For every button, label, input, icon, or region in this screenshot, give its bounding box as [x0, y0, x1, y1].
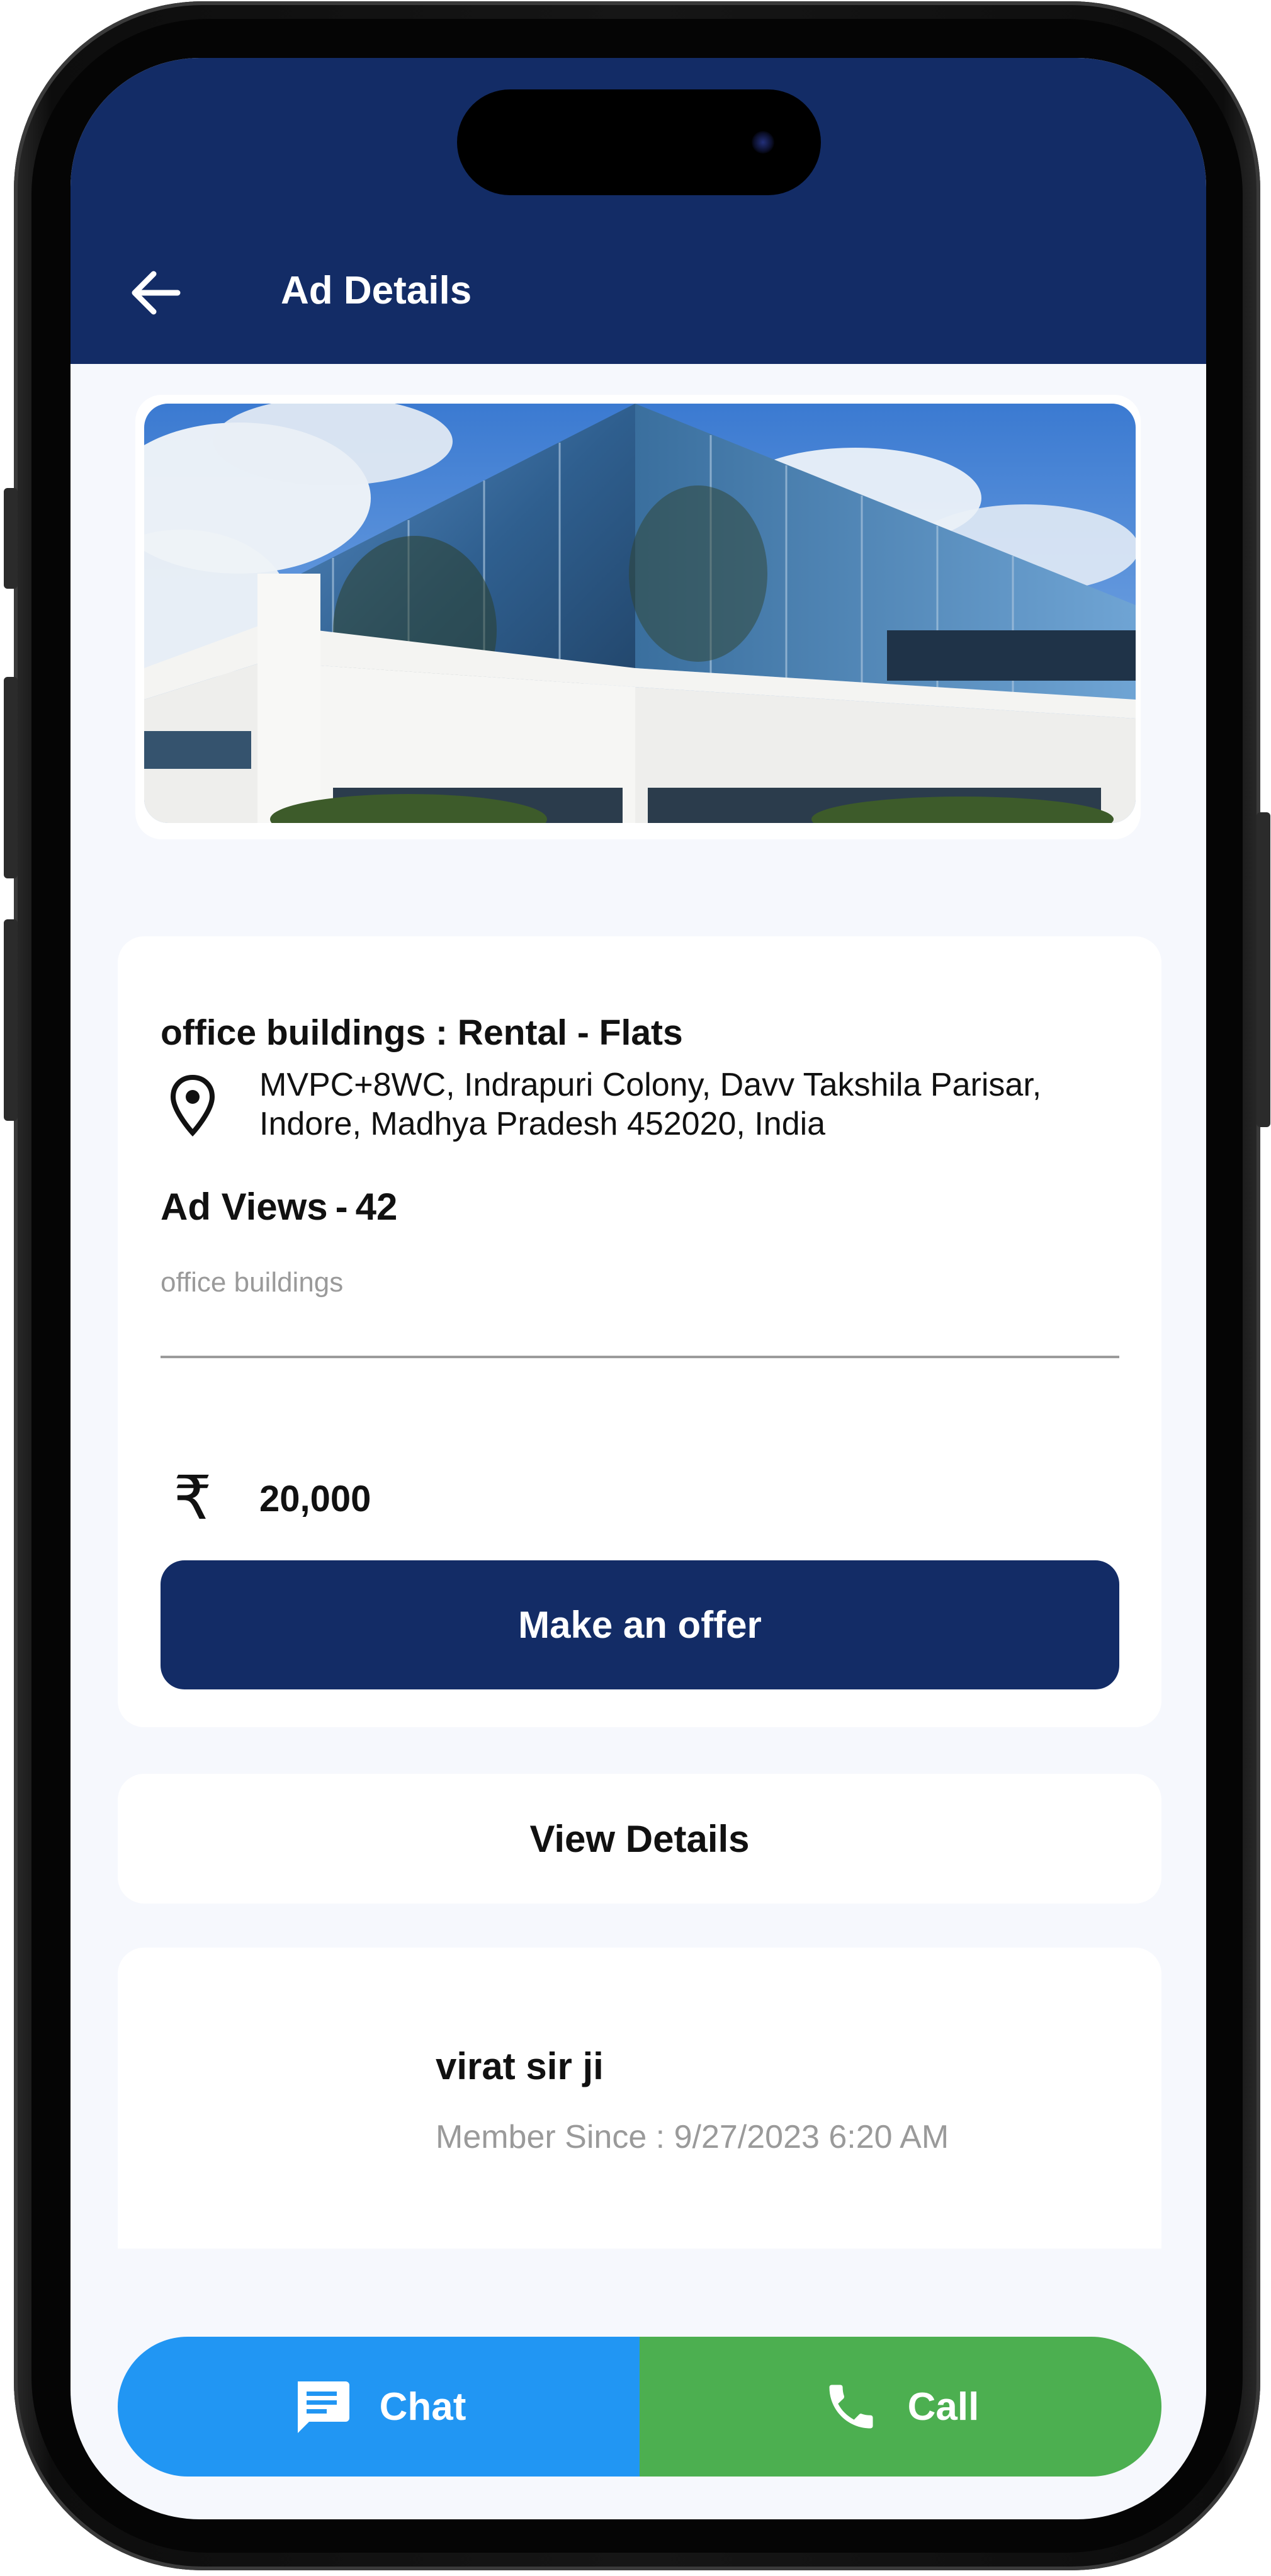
app-bar: Ad Details: [71, 58, 1206, 364]
listing-category: office buildings: [161, 1267, 344, 1298]
member-since: Member Since : 9/27/2023 6:20 AM: [436, 2119, 949, 2155]
listing-photo[interactable]: ​: [144, 404, 1136, 823]
seller-card: [118, 1948, 1161, 2249]
ad-views-label: Ad Views: [161, 1186, 328, 1228]
ad-views-separator: -: [335, 1186, 348, 1228]
divider: [161, 1356, 1119, 1358]
dynamic-island: [457, 89, 821, 195]
page-title: Ad Details: [281, 269, 472, 312]
chat-label: Chat: [379, 2385, 466, 2429]
seller-name: virat sir ji: [436, 2045, 604, 2087]
listing-title: office buildings : Rental - Flats: [161, 1013, 683, 1053]
chat-message-icon: [297, 2381, 349, 2433]
listing-price: 20,000: [259, 1478, 371, 1519]
contact-action-bar: Chat Call: [118, 2337, 1161, 2477]
ad-views-count: 42: [355, 1186, 398, 1228]
back-button[interactable]: [121, 258, 190, 327]
power-button: [1257, 812, 1270, 1127]
camera-icon: [752, 131, 774, 154]
phone-icon: [829, 2385, 873, 2429]
arrow-left-icon: [132, 271, 181, 315]
listing-address: MVPC+8WC, Indrapuri Colony, Davv Takshil…: [259, 1067, 1042, 1142]
screen: Ad Details office buildings: Rental - F…: [71, 58, 1206, 2519]
mute-switch: [4, 488, 18, 589]
volume-up-button: [4, 677, 18, 878]
view-details-button[interactable]: View Details: [118, 1774, 1161, 1904]
location-pin-icon: [170, 1075, 215, 1137]
ad-views: Ad Views -42: [161, 1185, 397, 1228]
rupee-icon: ₹: [173, 1465, 212, 1532]
call-button[interactable]: Call: [640, 2337, 1161, 2477]
call-label: Call: [907, 2385, 980, 2429]
volume-down-button: [4, 919, 18, 1121]
make-offer-button[interactable]: Make an offer: [161, 1560, 1119, 1689]
view-details-label: View Details: [529, 1817, 750, 1860]
chat-button[interactable]: Chat: [118, 2337, 640, 2477]
